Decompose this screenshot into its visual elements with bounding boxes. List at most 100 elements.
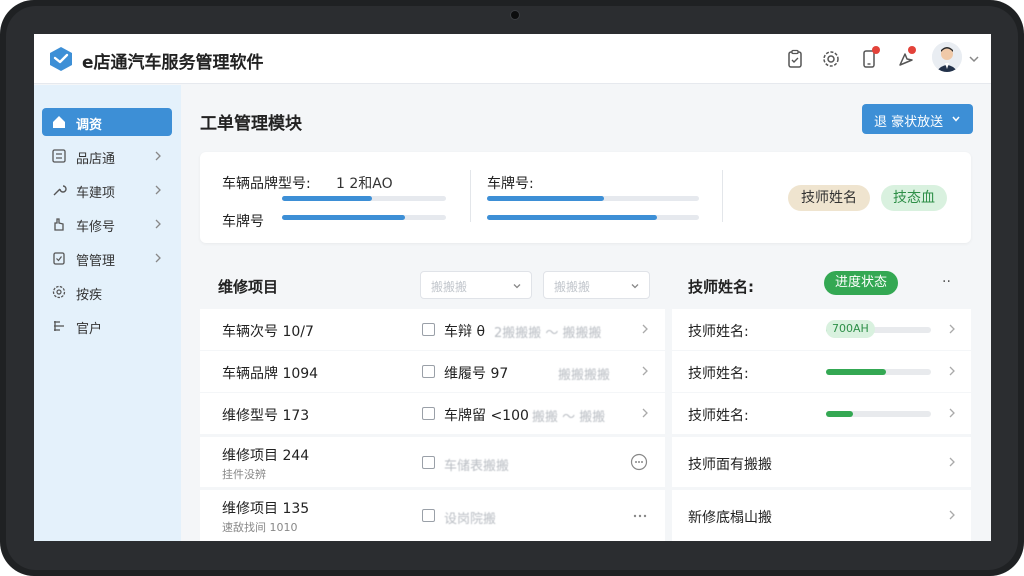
chevron-right-icon [155, 185, 161, 195]
row-checkbox[interactable] [422, 407, 435, 420]
tech-row[interactable]: 技师姓名: [672, 393, 971, 434]
dropdown-value: 搬搬搬 [431, 280, 468, 294]
tech-row-label: 技师面有搬搬 [688, 457, 772, 473]
repair-filter-dropdown-1[interactable]: 搬搬搬 [420, 271, 532, 299]
user-grid-icon [54, 321, 64, 331]
row-muted-text: 2搬搬搬 ～ 搬搬搬 [494, 326, 602, 341]
tech-row-label: 技师姓名: [688, 408, 749, 424]
tech-progress-track [826, 369, 931, 375]
dropdown-value: 搬搬搬 [554, 280, 591, 294]
sidebar-item-label: 品店通 [76, 152, 116, 167]
more-menu[interactable]: ·· [942, 274, 951, 290]
row-title: 维修项目 244 [222, 448, 310, 464]
sidebar-item-label: 管管理 [76, 254, 116, 269]
vehicle-model-value: 1 2和AO [336, 176, 393, 192]
chevron-right-icon [949, 324, 955, 334]
plate-bar-fill [282, 215, 405, 220]
more-circle-icon[interactable] [630, 453, 648, 471]
chevron-right-icon [949, 510, 955, 520]
status-action-label: 退 豪状放送 [874, 115, 944, 130]
sidebar-item-label: 车建项 [76, 186, 116, 201]
plate-bar-3-fill [487, 215, 657, 220]
vehicle-model-bar-fill [282, 196, 373, 201]
divider [722, 170, 723, 222]
table-row[interactable]: 维修型号 173 车牌留 <100 搬搬 ～ 搬搬 [200, 393, 665, 434]
row-muted-text: 设岗院搬 [444, 512, 497, 527]
sidebar-item-label: 按疾 [76, 288, 103, 303]
tech-progress-track [826, 411, 931, 417]
tech-row[interactable]: 新修底榻山搬 [672, 490, 971, 541]
row-muted-text: 搬搬 ～ 搬搬 [532, 410, 606, 425]
row-checkbox[interactable] [422, 509, 435, 522]
sidebar-item-store[interactable]: 品店通 [42, 142, 172, 170]
table-row[interactable]: 车辆品牌 1094 维履号 97 搬搬搬搬 [200, 351, 665, 392]
sidebar-item-manage[interactable]: 管管理 [42, 244, 172, 272]
repair-section-title: 维修项目 [218, 278, 279, 296]
table-row[interactable]: 维修项目 135 速敌找间 1010 设岗院搬 [200, 490, 665, 541]
app-screen: e店通汽车服务管理软件 调资 品店通 车建项 车修号 管管理 按疾 官户 工单管… [34, 34, 991, 541]
chevron-down-icon[interactable] [967, 52, 981, 66]
status-pill[interactable]: 技态血 [881, 185, 947, 211]
sidebar-item-build[interactable]: 车建项 [42, 176, 172, 204]
tech-row[interactable]: 技师姓名: [672, 351, 971, 392]
chevron-right-icon [155, 151, 161, 161]
summary-card: 车辆品牌型号: 1 2和AO 车牌号 车牌号: 技师姓名 技态血 [200, 152, 971, 243]
tech-row-label: 新修底榻山搬 [688, 510, 772, 526]
more-dots-icon[interactable] [632, 510, 648, 522]
sidebar-item-home[interactable]: 调资 [42, 108, 172, 136]
app-logo-icon [50, 47, 72, 71]
message-badge [908, 46, 916, 54]
chevron-down-icon [952, 116, 960, 122]
row-field: 车牌留 <100 [444, 408, 529, 424]
plate-bar-3 [487, 215, 699, 220]
chevron-right-icon [949, 408, 955, 418]
row-subtitle: 速敌找间 1010 [222, 521, 298, 534]
clipboard-check-icon [53, 252, 65, 265]
table-row[interactable]: 车辆次号 10/7 车辩 θ 2搬搬搬 ～ 搬搬搬 [200, 309, 665, 350]
top-bar: e店通汽车服务管理软件 [34, 34, 991, 84]
status-action-button[interactable]: 退 豪状放送 [862, 104, 973, 134]
gear-icon[interactable] [820, 48, 842, 70]
progress-status-pill[interactable]: 进度状态 [824, 271, 898, 295]
row-checkbox[interactable] [422, 456, 435, 469]
plate-bar-2-fill [487, 196, 604, 201]
row-checkbox[interactable] [422, 323, 435, 336]
sidebar-item-customer[interactable]: 官户 [42, 312, 172, 340]
tech-row-label: 技师姓名: [688, 366, 749, 382]
chevron-right-icon [642, 408, 648, 418]
sidebar-item-label: 车修号 [76, 220, 116, 235]
notification-badge [872, 46, 880, 54]
row-field: 维履号 97 [444, 366, 509, 382]
sidebar-item-label: 调资 [76, 118, 103, 133]
chevron-down-icon [513, 284, 521, 289]
plate-label: 车牌号 [222, 214, 264, 230]
tech-name-pill[interactable]: 技师姓名 [788, 185, 870, 211]
tech-section-title: 技师姓名: [688, 278, 754, 296]
row-muted-text: 搬搬搬搬 [558, 368, 611, 383]
tech-row[interactable]: 技师面有搬搬 [672, 437, 971, 487]
chevron-right-icon [949, 366, 955, 376]
chevron-right-icon [642, 324, 648, 334]
row-muted-text: 车储表搬搬 [444, 459, 510, 474]
row-checkbox[interactable] [422, 365, 435, 378]
tech-progress-text: 700AH [826, 320, 875, 338]
sidebar-item-label: 官户 [76, 322, 103, 337]
plate-bar-2 [487, 196, 699, 201]
chevron-right-icon [949, 457, 955, 467]
repair-filter-dropdown-2[interactable]: 搬搬搬 [543, 271, 650, 299]
hand-icon [54, 218, 64, 231]
row-subtitle: 挂件没辨 [222, 468, 266, 481]
row-field: 车辩 θ [444, 324, 486, 340]
table-row[interactable]: 维修项目 244 挂件没辨 车储表搬搬 [200, 437, 665, 487]
camera-dot [511, 11, 519, 19]
chevron-right-icon [642, 366, 648, 376]
clipboard-icon[interactable] [784, 48, 806, 70]
settings-icon [52, 285, 66, 299]
wrench-icon [53, 185, 67, 196]
sidebar-item-repair-no[interactable]: 车修号 [42, 210, 172, 238]
user-avatar[interactable] [932, 42, 962, 72]
page-title: 工单管理模块 [200, 114, 302, 134]
tech-row[interactable]: 技师姓名: 700AH [672, 309, 971, 350]
sidebar-item-settings[interactable]: 按疾 [42, 278, 172, 306]
divider [470, 170, 471, 222]
